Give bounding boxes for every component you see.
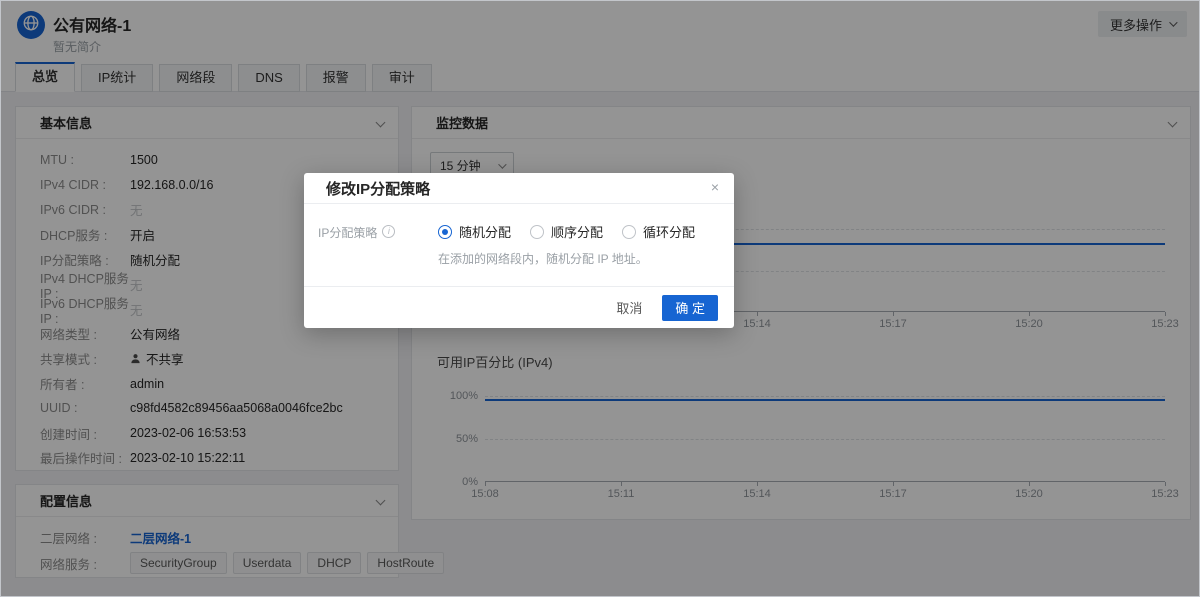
radio-icon	[438, 224, 452, 239]
dialog-header: 修改IP分配策略	[304, 173, 734, 204]
dialog-body: IP分配策略 i 随机分配 顺序分配 循环分配 在添加的网络段内，随机分配 IP…	[304, 204, 734, 267]
ip-policy-radio-group: 随机分配 顺序分配 循环分配	[438, 222, 695, 241]
radio-icon	[622, 224, 637, 239]
page: 公有网络-1 暂无简介 更多操作 总览 IP统计 网络段 DNS 报警 审计 基本信息 M…	[0, 0, 1200, 597]
ip-policy-helper-text: 在添加的网络段内，随机分配 IP 地址。	[438, 252, 648, 266]
edit-ip-policy-dialog: 修改IP分配策略 × IP分配策略 i 随机分配 顺序分配 循环分配 在添加的网…	[304, 173, 734, 328]
close-icon[interactable]: ×	[711, 179, 719, 195]
radio-option[interactable]: 顺序分配	[530, 222, 603, 241]
info-icon: i	[382, 225, 396, 238]
dialog-title: 修改IP分配策略	[326, 180, 431, 198]
cancel-button[interactable]: 取消	[616, 298, 642, 317]
ip-policy-field: 随机分配 顺序分配 循环分配 在添加的网络段内，随机分配 IP 地址。	[438, 222, 695, 267]
dialog-footer: 取消 确 定	[304, 286, 734, 328]
radio-icon	[530, 224, 545, 239]
confirm-button[interactable]: 确 定	[662, 294, 718, 321]
radio-option[interactable]: 随机分配	[438, 222, 511, 241]
radio-option[interactable]: 循环分配	[622, 222, 695, 241]
ip-policy-field-label: IP分配策略 i	[318, 222, 438, 267]
